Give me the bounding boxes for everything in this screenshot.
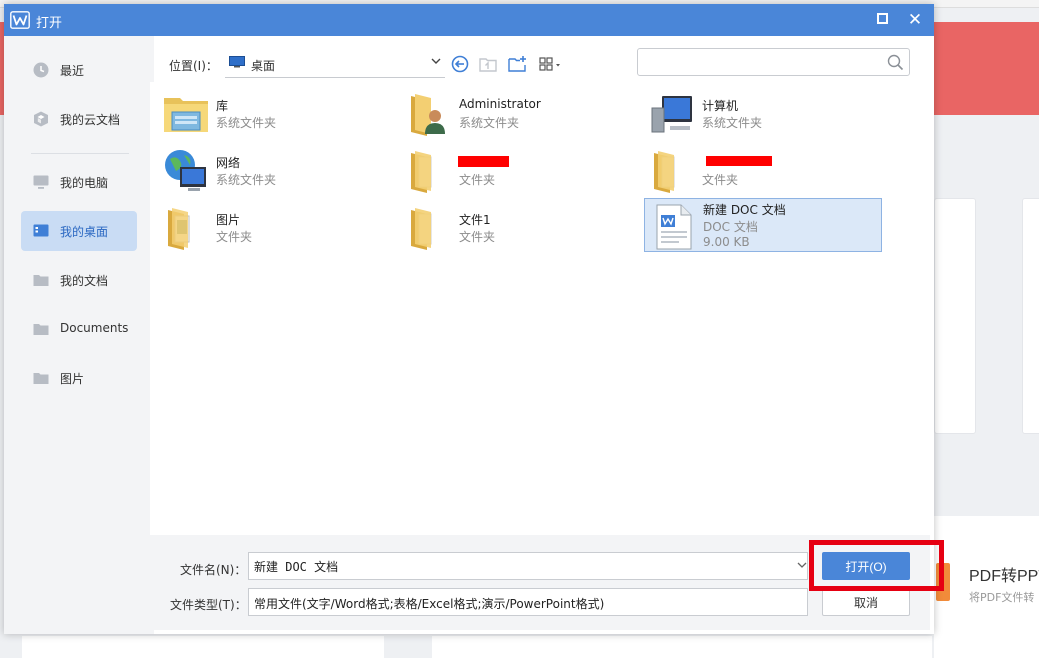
file-type: 文件夹 xyxy=(459,173,496,187)
sidebar-item-documents[interactable]: Documents xyxy=(21,309,137,349)
view-mode-button[interactable] xyxy=(538,54,566,74)
up-folder-icon xyxy=(479,58,497,72)
chevron-down-icon[interactable] xyxy=(796,558,808,572)
sidebar-item-label: 最近 xyxy=(60,64,85,78)
filetype-label: 文件类型(T)： xyxy=(170,598,247,612)
up-folder-button[interactable] xyxy=(478,54,498,74)
file-type: 文件夹 xyxy=(702,173,739,187)
filetype-value: 常用文件(文字/Word格式;表格/Excel格式;演示/PowerPoint格… xyxy=(254,597,605,611)
chevron-down-icon xyxy=(431,58,441,64)
background-card xyxy=(934,198,976,434)
folder-icon xyxy=(411,208,432,250)
file-name: 新建 DOC 文档 xyxy=(703,203,786,217)
location-value: 桌面 xyxy=(251,59,276,73)
file-item-redacted-folder-2[interactable]: 文件夹 xyxy=(644,143,882,197)
file-size: 9.00 KB xyxy=(703,235,750,249)
search-field[interactable] xyxy=(637,48,910,76)
file-type: 文件夹 xyxy=(216,230,253,244)
wps-doc-icon xyxy=(656,204,692,250)
pdf-tool-title[interactable]: PDF转PPT xyxy=(969,562,1039,586)
desktop-icon xyxy=(229,56,245,68)
sidebar-item-label: 我的桌面 xyxy=(60,225,109,239)
filename-input[interactable] xyxy=(248,552,808,580)
redaction-mark xyxy=(458,156,509,167)
user-folder-icon xyxy=(411,94,445,136)
folder-icon xyxy=(33,275,49,286)
sidebar-divider xyxy=(31,153,129,154)
redaction-mark xyxy=(706,156,772,166)
sidebar-item-label: 我的云文档 xyxy=(60,113,121,127)
sidebar-item-recent[interactable]: 最近 xyxy=(21,50,137,90)
sidebar: 最近 我的云文档 我的电脑 我的桌面 我的文档 Documents 图片 xyxy=(4,36,154,634)
maximize-button[interactable] xyxy=(870,8,894,32)
monitor-icon xyxy=(33,175,49,189)
file-name: Administrator xyxy=(459,97,541,111)
pdf-tool-icon xyxy=(936,563,950,601)
library-folder-icon xyxy=(164,98,208,132)
folder-icon xyxy=(654,151,675,193)
file-item-library[interactable]: 库 系统文件夹 xyxy=(158,86,396,140)
sidebar-item-cloud-docs[interactable]: 我的云文档 xyxy=(21,99,137,139)
file-name: 库 xyxy=(216,99,229,113)
file-item-administrator[interactable]: Administrator 系统文件夹 xyxy=(401,86,639,140)
folder-icon xyxy=(33,373,49,384)
filetype-dropdown[interactable]: 常用文件(文字/Word格式;表格/Excel格式;演示/PowerPoint格… xyxy=(248,588,808,616)
file-item-redacted-folder[interactable]: 文件夹 xyxy=(401,143,639,197)
new-folder-button[interactable] xyxy=(507,54,527,74)
file-name: 文件1 xyxy=(459,213,491,227)
maximize-icon xyxy=(876,13,888,24)
sidebar-item-my-documents[interactable]: 我的文档 xyxy=(21,260,137,300)
close-button[interactable]: ✕ xyxy=(903,8,927,32)
file-name: 图片 xyxy=(216,213,241,227)
search-input[interactable] xyxy=(644,53,879,71)
clock-icon xyxy=(33,62,49,78)
back-button[interactable] xyxy=(450,54,470,74)
open-button[interactable]: 打开(O) xyxy=(822,552,910,580)
sidebar-item-my-desktop[interactable]: 我的桌面 xyxy=(21,211,137,251)
file-item-network[interactable]: 网络 系统文件夹 xyxy=(158,143,396,197)
file-type: 系统文件夹 xyxy=(459,116,520,130)
file-name: 计算机 xyxy=(702,99,739,113)
sidebar-item-my-computer[interactable]: 我的电脑 xyxy=(21,162,137,202)
sidebar-item-label: Documents xyxy=(60,321,129,335)
wps-logo-icon xyxy=(10,11,30,29)
file-item-folder1[interactable]: 文件1 文件夹 xyxy=(401,200,639,254)
dialog-titlebar[interactable]: 打开 ✕ xyxy=(4,4,934,36)
folder-icon xyxy=(33,324,49,335)
cancel-button[interactable]: 取消 xyxy=(822,588,910,616)
close-icon: ✕ xyxy=(907,10,923,30)
network-globe-icon xyxy=(165,150,206,191)
search-icon[interactable] xyxy=(887,54,904,71)
file-item-computer[interactable]: 计算机 系统文件夹 xyxy=(644,86,882,140)
file-item-new-doc[interactable]: 新建 DOC 文档 DOC 文档 9.00 KB xyxy=(644,198,882,252)
grid-view-icon xyxy=(539,57,560,71)
background-card xyxy=(432,636,932,658)
file-type: 系统文件夹 xyxy=(216,173,277,187)
file-type: 系统文件夹 xyxy=(702,116,763,130)
sidebar-item-pictures[interactable]: 图片 xyxy=(21,358,137,398)
dialog-title: 打开 xyxy=(36,16,63,31)
filename-label: 文件名(N)： xyxy=(180,563,247,577)
background-card xyxy=(22,636,384,658)
desktop-icon xyxy=(33,224,49,237)
file-list: 库 系统文件夹 Administrator 系统文件夹 计算机 系统文件夹 网络… xyxy=(150,82,930,535)
pdf-tool-subtitle: 将PDF文件转 xyxy=(969,591,1035,604)
sidebar-item-label: 图片 xyxy=(60,372,85,386)
location-dropdown[interactable]: 桌面 xyxy=(225,50,445,78)
cloud-cube-icon xyxy=(34,111,48,127)
sidebar-item-label: 我的文档 xyxy=(60,274,109,288)
sidebar-item-label: 我的电脑 xyxy=(60,176,109,190)
folder-icon xyxy=(168,208,190,250)
file-type: 文件夹 xyxy=(459,230,496,244)
back-arrow-icon xyxy=(451,55,469,73)
computer-icon xyxy=(651,96,692,133)
file-type: 系统文件夹 xyxy=(216,116,277,130)
file-name: 网络 xyxy=(216,156,241,170)
background-card xyxy=(1022,198,1039,434)
new-folder-icon xyxy=(508,56,526,72)
file-type: DOC 文档 xyxy=(703,220,758,234)
folder-icon xyxy=(411,151,432,193)
location-label: 位置(I)： xyxy=(169,59,218,73)
file-item-pictures[interactable]: 图片 文件夹 xyxy=(158,200,396,254)
